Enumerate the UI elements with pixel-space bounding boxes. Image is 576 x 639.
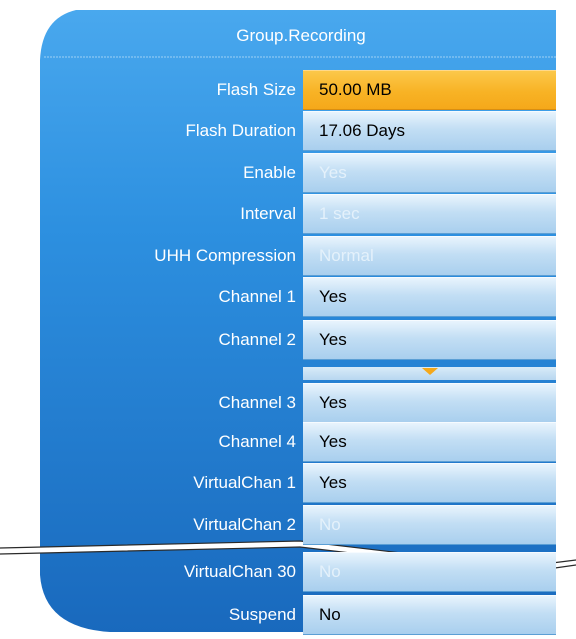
row-label: Channel 2 [218,330,296,349]
row-label: Suspend [228,605,296,624]
row-label: Interval [240,204,296,223]
suspend-value[interactable]: No [303,595,556,635]
row-virtualchan-2: VirtualChan 2 No [40,505,556,545]
row-label: Channel 1 [218,287,296,306]
row-label: Channel 3 [218,393,296,412]
row-flash-size: Flash Size 50.00 MB [40,70,556,110]
virtualchan-1-value[interactable]: Yes [303,463,556,503]
channel-3-value[interactable]: Yes [303,383,556,423]
page-title: Group.Recording [236,26,366,45]
row-virtualchan-30: VirtualChan 30 No [40,552,556,592]
row-label: UHH Compression [154,246,296,265]
virtualchan-30-value[interactable]: No [303,552,556,592]
row-label: Channel 4 [218,432,296,451]
interval-value[interactable]: 1 sec [303,194,556,234]
channel-4-value[interactable]: Yes [303,422,556,462]
virtualchan-2-value[interactable]: No [303,505,556,545]
row-flash-duration: Flash Duration 17.06 Days [40,111,556,151]
row-label: Flash Duration [185,121,296,140]
enable-value[interactable]: Yes [303,153,556,193]
row-virtualchan-1: VirtualChan 1 Yes [40,463,556,503]
uhh-compression-value[interactable]: Normal [303,236,556,276]
row-channel-1: Channel 1 Yes [40,277,556,317]
row-suspend: Suspend No [40,595,556,635]
scroll-down-button[interactable] [303,367,556,380]
row-label: VirtualChan 30 [183,562,296,581]
row-label: VirtualChan 2 [193,515,296,534]
row-enable: Enable Yes [40,153,556,193]
row-label: Flash Size [216,80,296,99]
flash-duration-value[interactable]: 17.06 Days [303,111,556,151]
row-label: Enable [243,163,296,182]
flash-size-value[interactable]: 50.00 MB [303,70,556,110]
recording-panel: Group.Recording Flash Size 50.00 MB Flas… [0,0,576,639]
row-channel-2: Channel 2 Yes [40,320,556,360]
channel-1-value[interactable]: Yes [303,277,556,317]
row-uhh-compression: UHH Compression Normal [40,236,556,276]
row-interval: Interval 1 sec [40,194,556,234]
chevron-down-icon [421,368,438,375]
row-channel-3: Channel 3 Yes [40,383,556,423]
row-channel-4: Channel 4 Yes [40,422,556,462]
channel-2-value[interactable]: Yes [303,320,556,360]
row-label: VirtualChan 1 [193,473,296,492]
